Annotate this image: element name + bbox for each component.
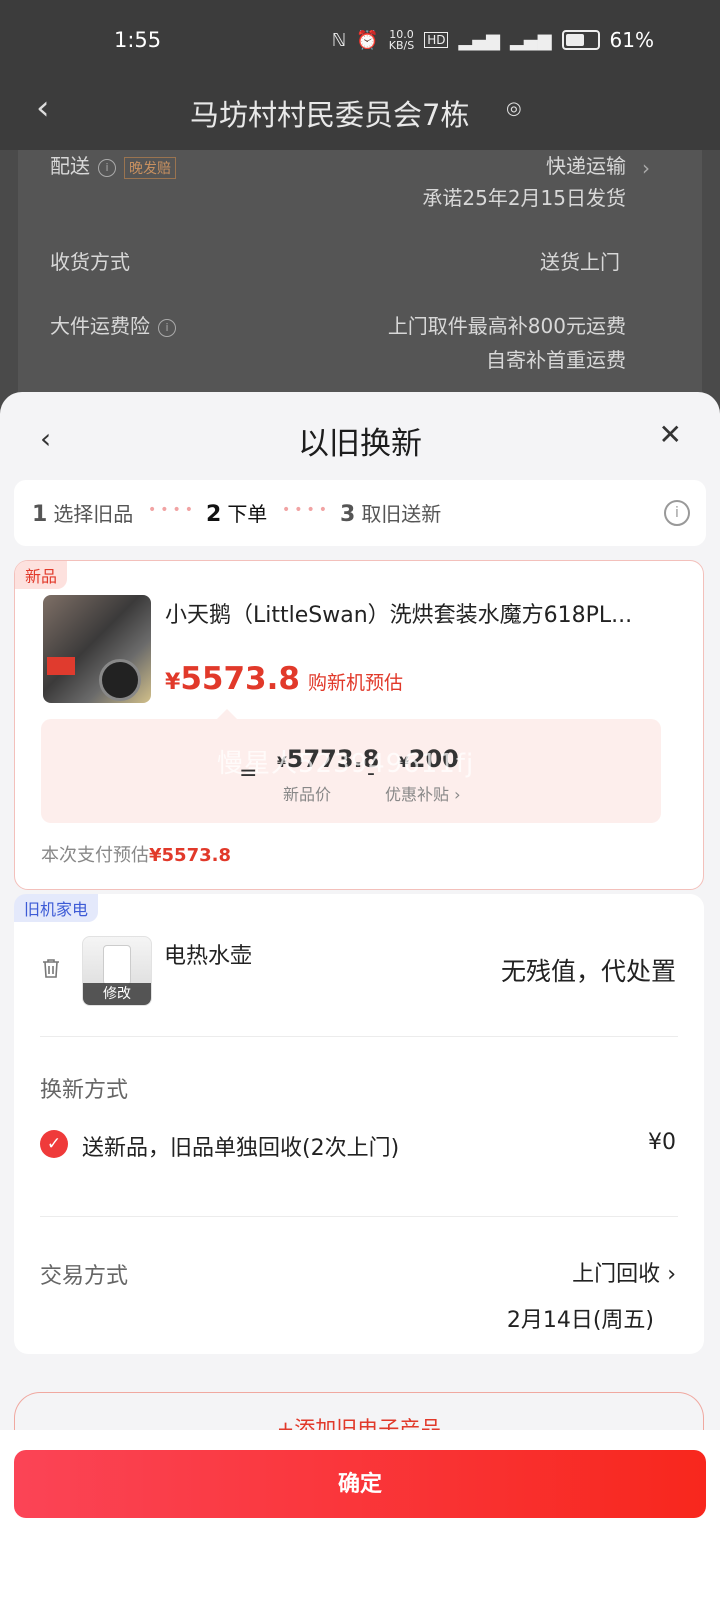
check-icon[interactable]: ✓ xyxy=(40,1130,68,1158)
receive-method-value: 送货上门 xyxy=(540,250,620,274)
washer-drum-graphic xyxy=(99,659,141,701)
kettle-graphic xyxy=(103,945,131,987)
payment-estimate-amount: ¥5573.8 xyxy=(149,845,231,866)
price-note: 购新机预估 xyxy=(307,672,403,694)
trash-icon[interactable] xyxy=(42,958,60,978)
network-speed-unit: KB/S xyxy=(388,39,415,52)
info-icon: i xyxy=(158,318,176,337)
trade-in-sheet: ‹ 以旧换新 ✕ 1 选择旧品 •••• 2 下单 •••• 3 取旧送新 i 新品 … xyxy=(0,392,720,1608)
old-item-name: 电热水壶 xyxy=(164,944,253,969)
pickup-date: 2月14日(周五) xyxy=(506,1308,654,1333)
payment-estimate: 本次支付预估¥5573.8 xyxy=(41,841,231,867)
progress-steps: 1 选择旧品 •••• 2 下单 •••• 3 取旧送新 i xyxy=(14,480,706,546)
battery-percent: 61% xyxy=(609,28,654,52)
network-speed: 10.0 KB/S xyxy=(389,29,414,51)
freight-insurance-text: 大件运费险 xyxy=(50,314,150,338)
signal-5g-icon: ▂▄▆ xyxy=(510,29,552,51)
info-icon[interactable]: i xyxy=(664,500,690,526)
add-old-product-button[interactable]: +添加旧电子产品 xyxy=(14,1392,704,1432)
delivery-label-text: 配送 xyxy=(50,154,90,178)
old-item-valuation: 无残值，代处置 xyxy=(500,957,676,986)
new-product-card: 新品 小天鹅（LittleSwan）洗烘套装水魔方618PL... ¥5573.… xyxy=(14,560,704,890)
background-page: 1:55 ℕ ⏰ 10.0 KB/S HD ▂▄▆ ▂▄▆ 61% ‹ 马坊村村… xyxy=(0,0,720,420)
step-number: 3 xyxy=(340,502,356,527)
footer-bar: 确定 xyxy=(0,1430,720,1608)
new-price-label: 新品价 xyxy=(283,785,332,804)
step-dots: •••• xyxy=(148,502,198,518)
info-icon: i xyxy=(98,158,116,177)
currency: ¥ xyxy=(399,755,409,771)
nfc-icon: ℕ xyxy=(331,29,347,51)
background-header: ‹ 马坊村村民委员会7栋 ◎ xyxy=(0,84,720,150)
subsidy-number: 200 xyxy=(408,745,459,773)
hd-icon: HD xyxy=(424,32,449,48)
chevron-right-icon: › xyxy=(667,1262,676,1287)
exchange-method-price: ¥0 xyxy=(648,1130,676,1155)
close-button[interactable]: ✕ xyxy=(659,418,682,451)
new-product-tag: 新品 xyxy=(15,561,68,589)
step-dots: •••• xyxy=(282,502,332,518)
background-delivery-card: 配送 i 晚发赔 快递运输 › 承诺25年2月15日发货 收货方式 送货上门 大件运… xyxy=(18,150,702,420)
step-number: 2 xyxy=(206,502,222,527)
old-appliance-card: 旧机家电 修改 电热水壶 无残值，代处置 换新方式 ✓ 送新品，旧品单独回收(2… xyxy=(14,894,704,1354)
subsidy-link[interactable]: 优惠补贴 › xyxy=(385,781,461,805)
battery-icon xyxy=(561,30,600,50)
delivery-value: 快递运输 xyxy=(546,154,626,178)
step-order: 2 下单 xyxy=(206,498,267,527)
status-bar: 1:55 ℕ ⏰ 10.0 KB/S HD ▂▄▆ ▂▄▆ 61% xyxy=(0,0,720,84)
exchange-method-title: 换新方式 xyxy=(40,1078,129,1103)
delivery-promise: 承诺25年2月15日发货 xyxy=(422,186,626,210)
step-label: 下单 xyxy=(227,502,268,526)
divider xyxy=(40,1036,678,1037)
new-price-value: ¥5773.8 xyxy=(277,745,379,773)
sheet-title: 以旧换新 xyxy=(298,426,422,462)
step-select-old: 1 选择旧品 xyxy=(32,498,133,527)
receive-method-label: 收货方式 xyxy=(50,250,130,274)
product-image[interactable] xyxy=(43,595,151,703)
equals-sign: = xyxy=(239,761,258,786)
step-label: 取旧送新 xyxy=(361,502,442,526)
status-icons: ℕ ⏰ 10.0 KB/S HD ▂▄▆ ▂▄▆ 61% xyxy=(332,28,654,52)
step-label: 选择旧品 xyxy=(53,502,134,526)
status-time: 1:55 xyxy=(114,28,162,52)
freight-insurance-value: 上门取件最高补800元运费 xyxy=(387,314,626,338)
product-name[interactable]: 小天鹅（LittleSwan）洗烘套装水魔方618PL... xyxy=(165,597,685,629)
currency: ¥ xyxy=(277,755,287,771)
old-item-image[interactable]: 修改 xyxy=(82,936,152,1006)
product-image-badge xyxy=(47,657,75,675)
freight-insurance-sub: 自寄补首重运费 xyxy=(486,348,626,372)
trade-method-title: 交易方式 xyxy=(40,1264,129,1289)
location-icon: ◎ xyxy=(506,98,522,119)
alarm-icon: ⏰ xyxy=(356,29,379,51)
step-number: 1 xyxy=(32,502,48,527)
price-breakdown: = ¥5773.8 新品价 - ¥200 优惠补贴 › 慢星人523949611… xyxy=(41,709,661,823)
minus-sign: - xyxy=(367,761,375,786)
confirm-button[interactable]: 确定 xyxy=(14,1450,706,1518)
signal-5g-icon: ▂▄▆ xyxy=(458,29,501,51)
chevron-right-icon: › xyxy=(642,156,650,180)
late-compensation-tag: 晚发赔 xyxy=(124,156,176,179)
back-icon: ‹ xyxy=(36,88,50,128)
freight-insurance-label: 大件运费险 i xyxy=(50,310,176,339)
trade-method-value: 上门回收 xyxy=(572,1262,661,1287)
subsidy-value: ¥200 xyxy=(399,745,459,773)
old-appliance-tag: 旧机家电 xyxy=(14,894,99,922)
address-title: 马坊村村民委员会7栋 xyxy=(190,98,470,132)
delivery-label: 配送 i 晚发赔 xyxy=(50,150,176,179)
divider xyxy=(40,1216,678,1217)
price-value: 5573.8 xyxy=(180,661,300,697)
estimated-price: ¥5573.8 购新机预估 xyxy=(165,661,403,697)
edit-button[interactable]: 修改 xyxy=(83,983,151,1005)
step-pickup-deliver: 3 取旧送新 xyxy=(340,498,441,527)
payment-estimate-label: 本次支付预估 xyxy=(41,845,149,866)
price-currency: ¥ xyxy=(165,670,181,695)
exchange-method-option[interactable]: 送新品，旧品单独回收(2次上门) xyxy=(82,1130,399,1162)
new-price-number: 5773.8 xyxy=(286,745,380,773)
trade-method-selector[interactable]: 上门回收 › xyxy=(572,1256,676,1288)
